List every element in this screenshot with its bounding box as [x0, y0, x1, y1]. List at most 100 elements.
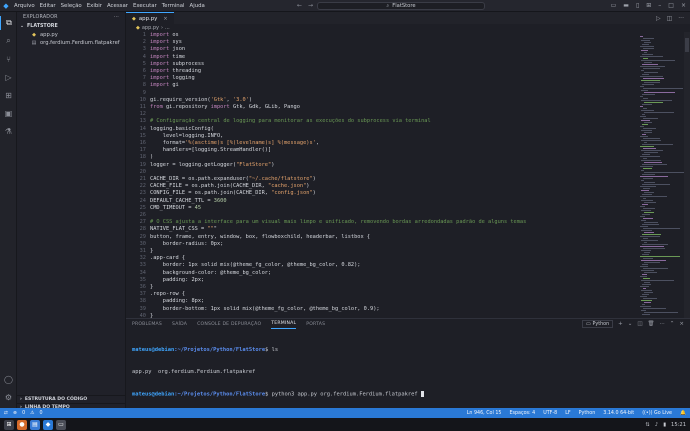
warning-icon[interactable]: ⚠: [30, 411, 34, 416]
close-icon[interactable]: ×: [679, 321, 684, 327]
code-line[interactable]: 37 .repo-row {: [126, 291, 638, 298]
file-item-app-py[interactable]: ◆ app.py: [17, 31, 125, 39]
go-live-button[interactable]: ((•)) Go Live: [642, 411, 672, 416]
code-line[interactable]: 30 border-radius: 0px;: [126, 241, 638, 248]
chevron-down-icon[interactable]: ⌄: [628, 321, 633, 327]
code-line[interactable]: 23 CONFIG_FILE = os.path.join(CACHE_DIR, …: [126, 190, 638, 197]
more-actions-icon[interactable]: ···: [678, 15, 684, 22]
close-icon[interactable]: ×: [163, 16, 167, 22]
code-line[interactable]: 19 logger = logging.getLogger("FlatStore"…: [126, 162, 638, 169]
code-line[interactable]: 13 # Configuração central de logging para…: [126, 118, 638, 125]
minimize-icon[interactable]: –: [658, 2, 661, 9]
tab-output[interactable]: SAÍDA: [172, 319, 187, 329]
start-menu-icon[interactable]: ⊞: [4, 419, 14, 430]
menu-item-editar[interactable]: Editar: [40, 3, 56, 9]
code-line[interactable]: 20: [126, 169, 638, 176]
split-editor-icon[interactable]: ◫: [667, 15, 673, 22]
files-icon[interactable]: ▤: [30, 419, 40, 430]
code-line[interactable]: 12: [126, 111, 638, 118]
code-line[interactable]: 14 logging.basicConfig(: [126, 126, 638, 133]
editor-scrollbar-thumb[interactable]: [685, 38, 689, 52]
tab-problems[interactable]: PROBLEMAS: [132, 319, 162, 329]
python-interpreter[interactable]: 3.14.0 64-bit: [603, 411, 634, 416]
breadcrumb-item[interactable]: app.py: [142, 25, 159, 31]
code-line[interactable]: 18): [126, 154, 638, 161]
forward-arrow-icon[interactable]: →: [308, 2, 313, 9]
code-line[interactable]: 28 NATIVE_FLAT_CSS = """: [126, 226, 638, 233]
terminal-output[interactable]: mateus@debian:~/Projetos/Python/FlatStor…: [132, 333, 672, 413]
terminal-selector[interactable]: ▭ Python: [581, 320, 614, 328]
code-line[interactable]: 2 import sys: [126, 39, 638, 46]
indentation[interactable]: Espaços: 4: [509, 411, 535, 416]
trash-icon[interactable]: 🗑: [648, 321, 655, 327]
menu-item-ajuda[interactable]: Ajuda: [190, 3, 205, 9]
tab-debug-console[interactable]: CONSOLE DE DEPURAÇÃO: [197, 319, 261, 329]
code-line[interactable]: 3 import json: [126, 46, 638, 53]
code-line[interactable]: 32 .app-card {: [126, 255, 638, 262]
code-line[interactable]: 6 import threading: [126, 68, 638, 75]
back-arrow-icon[interactable]: ←: [297, 2, 302, 9]
command-center-search[interactable]: ⌕ FlatStore: [317, 2, 485, 10]
extensions-icon[interactable]: ⊞: [0, 88, 17, 102]
code-line[interactable]: 5 import subprocess: [126, 61, 638, 68]
add-terminal-icon[interactable]: +: [618, 321, 623, 327]
code-line[interactable]: 8 import gi: [126, 82, 638, 89]
notifications-bell-icon[interactable]: 🔔: [680, 411, 686, 416]
code-line[interactable]: 11 from gi.repository import Gtk, Gdk, GL…: [126, 104, 638, 111]
account-icon[interactable]: ◯: [0, 372, 17, 386]
toggle-panel-icon[interactable]: ▬: [623, 2, 629, 9]
code-line[interactable]: 25 CMD_TIMEOUT = 45: [126, 205, 638, 212]
gear-icon[interactable]: ⚙: [0, 390, 17, 404]
menu-item-terminal[interactable]: Terminal: [162, 3, 185, 9]
code-line[interactable]: 15 level=logging.INFO,: [126, 133, 638, 140]
code-line[interactable]: 9: [126, 90, 638, 97]
code-line[interactable]: 38 padding: 8px;: [126, 298, 638, 305]
remote-icon[interactable]: ⇄: [4, 411, 8, 416]
volume-icon[interactable]: ♪: [655, 422, 658, 428]
close-icon[interactable]: ×: [681, 2, 686, 9]
encoding[interactable]: UTF-8: [543, 411, 557, 416]
code-line[interactable]: 16 format='%(asctime)s [%(levelname)s] %…: [126, 140, 638, 147]
ellipsis-icon[interactable]: ...: [165, 25, 170, 31]
code-line[interactable]: 31}: [126, 248, 638, 255]
code-line[interactable]: 1 import os: [126, 32, 638, 39]
code-line[interactable]: 4 import time: [126, 54, 638, 61]
tab-ports[interactable]: PORTAS: [306, 319, 325, 329]
firefox-icon[interactable]: ●: [17, 419, 27, 430]
warning-count[interactable]: 0: [39, 411, 42, 416]
minimap[interactable]: [638, 32, 684, 318]
run-file-icon[interactable]: ▷: [656, 15, 661, 22]
code-line[interactable]: 17 handlers=[logging.StreamHandler()]: [126, 147, 638, 154]
vscode-taskbar-icon[interactable]: ◆: [43, 419, 53, 430]
testing-icon[interactable]: ⚗: [0, 124, 17, 138]
end-of-line[interactable]: LF: [565, 411, 570, 416]
outline-section[interactable]: › ESTRUTURA DO CÓDIGO: [17, 395, 126, 403]
error-count[interactable]: 0: [22, 411, 25, 416]
code-line[interactable]: 33 border: 1px solid mix(@theme_fg_color…: [126, 262, 638, 269]
layout-icon[interactable]: ⊞: [646, 2, 651, 9]
explorer-icon[interactable]: ⧉: [0, 16, 17, 30]
source-control-icon[interactable]: ⑂: [0, 52, 17, 66]
more-actions-icon[interactable]: ···: [114, 15, 119, 20]
file-item-flatpakref[interactable]: ▤ org.ferdium.Ferdium.flatpakref: [17, 39, 125, 47]
toggle-secondary-sidebar-icon[interactable]: ▯: [636, 2, 639, 9]
code-line[interactable]: 7 import logging: [126, 75, 638, 82]
tab-terminal[interactable]: TERMINAL: [271, 319, 297, 329]
code-line[interactable]: 24 DEFAULT_CACHE_TTL = 3600: [126, 198, 638, 205]
code-line[interactable]: 10 gi.require_version('Gtk', '3.0'): [126, 97, 638, 104]
error-icon[interactable]: ⊗: [13, 411, 17, 416]
code-line[interactable]: 36}: [126, 284, 638, 291]
cursor-position[interactable]: Ln 946, Col 15: [467, 411, 502, 416]
menu-item-acessar[interactable]: Acessar: [107, 3, 128, 9]
code-line[interactable]: 26: [126, 212, 638, 219]
split-terminal-icon[interactable]: ◫: [637, 321, 642, 327]
code-line[interactable]: 35 padding: 2px;: [126, 277, 638, 284]
more-actions-icon[interactable]: ···: [660, 321, 665, 327]
menu-item-executar[interactable]: Executar: [133, 3, 157, 9]
menu-item-arquivo[interactable]: Arquivo: [14, 3, 35, 9]
code-line[interactable]: 22 CACHE_FILE = os.path.join(CACHE_DIR, "…: [126, 183, 638, 190]
menu-item-exibir[interactable]: Exibir: [87, 3, 102, 9]
menu-item-selecao[interactable]: Seleção: [61, 3, 82, 9]
run-debug-icon[interactable]: ▷: [0, 70, 17, 84]
language-mode[interactable]: Python: [579, 411, 596, 416]
